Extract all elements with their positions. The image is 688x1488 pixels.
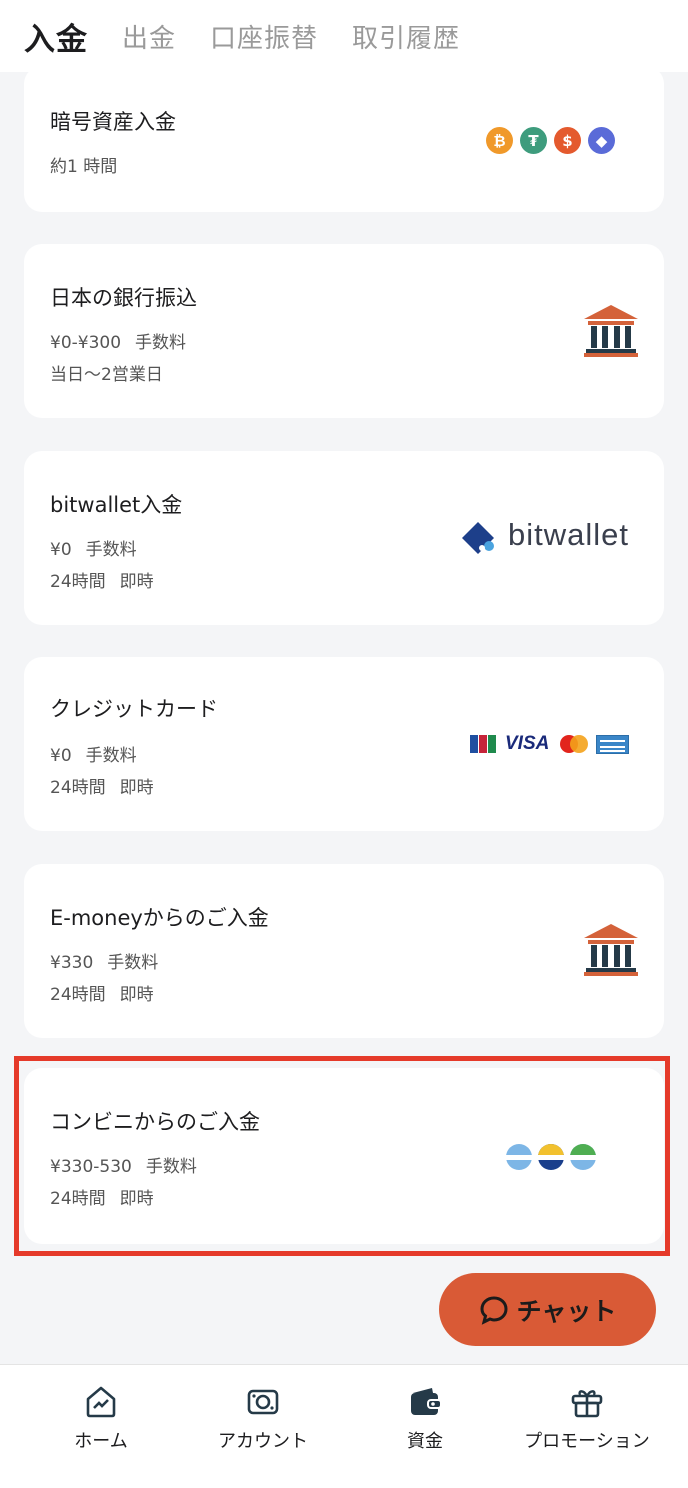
method-card-crypto[interactable]: 暗号資産入金 約1 時間 ₿ ₮ $ ◆ xyxy=(24,66,664,212)
nav-promotion[interactable]: プロモーション xyxy=(502,1385,672,1453)
visa-icon: VISA xyxy=(505,733,550,754)
bitwallet-logo: bitwallet xyxy=(462,517,642,556)
ethereum-icon: ◆ xyxy=(588,127,615,154)
store-logo-2-icon xyxy=(538,1144,564,1170)
amex-icon xyxy=(596,735,629,754)
method-title: E-moneyからのご入金 xyxy=(50,906,269,930)
tab-deposit[interactable]: 入金 xyxy=(24,14,88,59)
crypto-coins-logo: ₿ ₮ $ ◆ xyxy=(486,127,616,155)
method-time: 24時間 即時 xyxy=(50,1189,154,1209)
bank-icon xyxy=(584,924,638,976)
method-fee: ¥330 手数料 xyxy=(50,953,159,973)
method-title: コンビニからのご入金 xyxy=(50,1110,260,1134)
method-card-convenience-store[interactable]: コンビニからのご入金 ¥330-530 手数料 24時間 即時 xyxy=(24,1068,664,1244)
method-time: 約1 時間 xyxy=(50,157,118,177)
tab-transfer[interactable]: 口座振替 xyxy=(210,18,318,55)
bitcoin-icon: ₿ xyxy=(486,127,513,154)
method-fee: ¥0-¥300 手数料 xyxy=(50,333,187,353)
chat-bubble-icon xyxy=(480,1295,508,1325)
method-title: bitwallet入金 xyxy=(50,493,183,517)
tab-withdraw[interactable]: 出金 xyxy=(122,18,176,55)
method-time: 24時間 即時 xyxy=(50,572,154,592)
method-time: 24時間 即時 xyxy=(50,778,154,798)
method-fee: ¥0 手数料 xyxy=(50,540,137,560)
method-card-e-money[interactable]: E-moneyからのご入金 ¥330 手数料 24時間 即時 xyxy=(24,864,664,1038)
method-card-bank-transfer[interactable]: 日本の銀行振込 ¥0-¥300 手数料 当日〜2営業日 xyxy=(24,244,664,418)
method-fee: ¥0 手数料 xyxy=(50,746,137,766)
method-time: 24時間 即時 xyxy=(50,985,154,1005)
method-title: クレジットカード xyxy=(50,697,218,721)
mastercard-icon xyxy=(560,735,588,753)
method-title: 暗号資産入金 xyxy=(50,110,176,134)
method-fee: ¥330-530 手数料 xyxy=(50,1157,197,1177)
convenience-store-logos xyxy=(506,1144,596,1170)
bottom-navigation: ホーム アカウント 資金 プロモーション xyxy=(0,1364,688,1488)
tether-icon: ₮ xyxy=(520,127,547,154)
tab-history[interactable]: 取引履歴 xyxy=(352,18,460,55)
store-logo-3-icon xyxy=(570,1144,596,1170)
card-brands-logo: VISA xyxy=(470,733,632,755)
account-icon xyxy=(247,1389,279,1415)
method-card-credit-card[interactable]: クレジットカード ¥0 手数料 24時間 即時 VISA xyxy=(24,657,664,831)
store-logo-1-icon xyxy=(506,1144,532,1170)
nav-home[interactable]: ホーム xyxy=(16,1385,186,1453)
chat-button[interactable]: チャット xyxy=(439,1273,656,1346)
chat-button-label: チャット xyxy=(516,1296,617,1326)
nav-account[interactable]: アカウント xyxy=(178,1385,348,1453)
usd-coin-icon: $ xyxy=(554,127,581,154)
wallet-icon xyxy=(411,1388,442,1415)
gift-icon xyxy=(571,1390,603,1418)
method-card-bitwallet[interactable]: bitwallet入金 ¥0 手数料 24時間 即時 bitwallet xyxy=(24,451,664,625)
top-tab-bar: 入金 出金 口座振替 取引履歴 xyxy=(0,0,688,72)
jcb-icon xyxy=(470,735,496,753)
method-time: 当日〜2営業日 xyxy=(50,365,163,385)
bitwallet-mark-icon xyxy=(462,522,494,554)
home-chart-icon xyxy=(86,1386,116,1418)
nav-funds[interactable]: 資金 xyxy=(340,1385,510,1453)
method-title: 日本の銀行振込 xyxy=(50,286,197,310)
bank-icon xyxy=(584,305,638,357)
